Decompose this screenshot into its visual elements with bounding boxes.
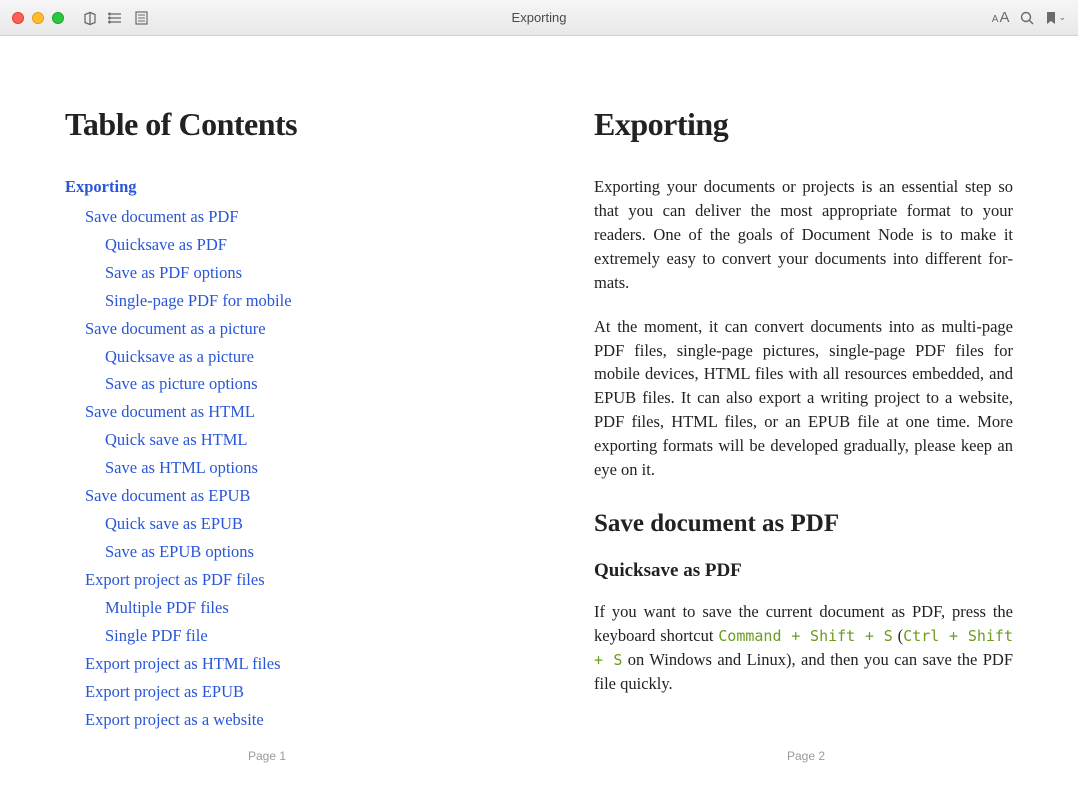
toc-link[interactable]: Save document as EPUB — [85, 484, 484, 508]
chevron-down-icon: ⌄ — [1058, 12, 1066, 23]
text-run: on Windows and Linux), and then you can … — [594, 650, 1013, 693]
toc-link[interactable]: Multiple PDF files — [105, 596, 484, 620]
article-paragraph: If you want to save the current document… — [594, 600, 1013, 696]
toolbar-left — [82, 10, 149, 26]
toc-link[interactable]: Save as HTML options — [105, 456, 484, 480]
page-view-icon[interactable] — [134, 10, 149, 26]
minimize-window-button[interactable] — [32, 12, 44, 24]
toc-heading: Table of Contents — [65, 106, 484, 143]
toc-link[interactable]: Quick save as EPUB — [105, 512, 484, 536]
page-left: Table of Contents Exporting Save document… — [0, 36, 534, 785]
search-icon[interactable] — [1019, 10, 1035, 26]
maximize-window-button[interactable] — [52, 12, 64, 24]
font-size-large-a-icon: A — [999, 9, 1009, 26]
library-icon[interactable] — [82, 10, 98, 26]
page-right: Exporting Exporting your documents or pr… — [534, 36, 1078, 785]
page-number-right: Page 2 — [787, 749, 825, 763]
bookmark-button[interactable]: ⌄ — [1045, 10, 1066, 26]
toc-link[interactable]: Export project as HTML files — [85, 652, 484, 676]
toc-link[interactable]: Save document as HTML — [85, 400, 484, 424]
toc-link[interactable]: Save as PDF options — [105, 261, 484, 285]
toc-link[interactable]: Single-page PDF for mobile — [105, 289, 484, 313]
toc-link[interactable]: Save as EPUB options — [105, 540, 484, 564]
toc-list: Exporting Save document as PDF Quicksave a… — [65, 175, 484, 731]
toc-link[interactable]: Quick save as HTML — [105, 428, 484, 452]
window-title: Exporting — [512, 10, 567, 25]
toc-link[interactable]: Export project as PDF files — [85, 568, 484, 592]
keyboard-shortcut: Command + Shift + S — [718, 627, 893, 645]
toolbar-right: AA ⌄ — [992, 9, 1066, 26]
toc-link[interactable]: Quicksave as a picture — [105, 345, 484, 369]
toc-link[interactable]: Save document as a picture — [85, 317, 484, 341]
page-number-left: Page 1 — [248, 749, 286, 763]
toc-link[interactable]: Save document as PDF — [85, 205, 484, 229]
close-window-button[interactable] — [12, 12, 24, 24]
titlebar: Exporting AA ⌄ — [0, 0, 1078, 36]
font-size-button[interactable]: AA — [992, 9, 1010, 26]
article-h3: Quicksave as PDF — [594, 560, 1013, 582]
toc-link[interactable]: Export project as a website — [85, 708, 484, 732]
article-heading: Exporting — [594, 106, 1013, 143]
window-controls — [12, 12, 64, 24]
content-area: Table of Contents Exporting Save document… — [0, 36, 1078, 785]
contents-list-icon[interactable] — [108, 10, 124, 26]
toc-link[interactable]: Export project as EPUB — [85, 680, 484, 704]
text-run: ( — [893, 626, 903, 645]
article-h2: Save document as PDF — [594, 510, 1013, 538]
article-paragraph: At the moment, it can convert documents … — [594, 315, 1013, 482]
font-size-small-a-icon: A — [992, 14, 999, 25]
toc-link[interactable]: Save as picture options — [105, 372, 484, 396]
article-paragraph: Exporting your documents or projects is … — [594, 175, 1013, 295]
toc-link[interactable]: Single PDF file — [105, 624, 484, 648]
toc-link[interactable]: Quicksave as PDF — [105, 233, 484, 257]
bookmark-icon — [1045, 10, 1057, 26]
toc-link[interactable]: Exporting — [65, 175, 484, 199]
